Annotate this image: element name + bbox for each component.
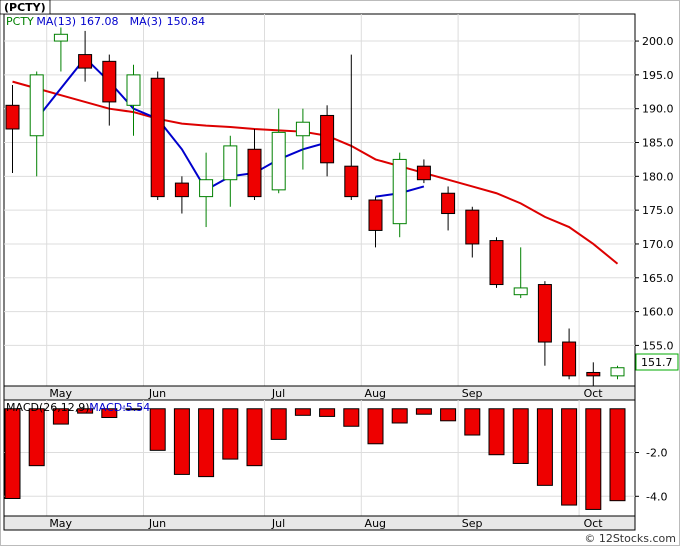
chart-canvas: 155.0 160.0 165.0 170.0 175.0 180.0 185.0 190.0… [0,0,680,546]
macd-bar [198,408,215,478]
y-tick-label: 175.0 [642,204,674,217]
ticker-label-group: (PCTY) [0,0,51,15]
month-label: Oct [584,387,604,400]
candle-body [126,74,141,106]
month-strip-top-bg [3,385,636,401]
month-axis-bottom: May Jun Jul Aug Sep Oct [3,515,636,531]
candle-body [465,209,480,245]
macd-bar [561,408,578,506]
macd-bar [415,408,432,415]
month-label: Jun [148,387,166,400]
candle-body [392,158,407,225]
macd-bar [28,408,45,467]
price-panel: 155.0 160.0 165.0 170.0 175.0 180.0 185.0 190.0… [0,0,679,397]
month-label: May [49,387,72,400]
candle-body [320,114,335,164]
month-label: Sep [462,387,483,400]
macd-bar [488,408,505,456]
y-tick-label: 195.0 [642,69,674,82]
macd-bar [294,408,311,416]
macd-bar [343,408,360,427]
macd-bar [391,408,408,424]
macd-legend: MACD(26,12,9) MACD:-5.54 [6,401,150,414]
month-label: Jul [271,517,285,530]
legend-item: MACD(26,12,9) [6,401,90,414]
candle-body [586,371,601,377]
month-label: Aug [365,517,386,530]
candle-body [199,179,214,198]
candle-body [5,104,20,130]
candle-body [247,148,262,198]
macd-bar [270,408,287,440]
macd-bar [222,408,239,460]
watermark: © 12Stocks.com [584,532,676,545]
candle-body [610,367,625,377]
y-tick-label: 165.0 [642,272,674,285]
legend-item: PCTY [6,15,34,28]
macd-bar [512,408,529,464]
candle-body [223,145,238,181]
y-tick-label: -2.0 [646,447,667,460]
macd-bar [149,408,166,451]
month-axis-top: May Jun Jul Aug Sep Oct [3,385,636,401]
last-price-tag: 151.7 [635,353,679,371]
candle-body [416,165,431,181]
candle-down [489,237,504,288]
legend-value: 150.84 [167,15,206,28]
legend-item: MA(13) [36,15,76,28]
macd-bar [246,408,263,467]
macd-bar [536,408,553,486]
candle-body [150,77,165,198]
candle-body [344,165,359,198]
month-strip-bottom-bg [3,515,636,531]
candle-body [29,74,44,137]
macd-panel: -2.0 -4.0 MACD(26,12,9) MACD:-5.54 [3,399,667,517]
y-tick-label: 190.0 [642,103,674,116]
macd-bar [585,408,602,510]
candle-body [78,54,93,69]
macd-bar [173,408,190,475]
candle-body [537,284,552,343]
candle-body [441,192,456,215]
price-legend: PCTY MA(13) 167.08 MA(3) 150.84 [6,15,205,28]
candle-down [150,71,165,200]
y-tick-label: 185.0 [642,137,674,150]
macd-bar [4,408,21,499]
y-tick-label: 160.0 [642,306,674,319]
candle-body [368,199,383,231]
legend-value: -5.54 [122,401,150,414]
candle-body [489,240,504,286]
candle-body [271,131,286,191]
month-label: May [49,517,72,530]
legend-value: 167.08 [80,15,119,28]
ticker-label: (PCTY) [4,1,46,14]
y-tick-label: 180.0 [642,170,674,183]
legend-item: MA(3) [130,15,163,28]
candle-body [102,60,117,103]
candle-body [53,33,68,42]
legend-item: MACD: [89,401,126,414]
macd-bar [367,408,384,445]
candle-body [562,341,577,377]
macd-bar [464,408,481,436]
macd-bar [609,408,626,502]
y-tick-label: 155.0 [642,339,674,352]
month-label: Oct [584,517,604,530]
macd-bar [440,408,457,422]
y-tick-label: -4.0 [646,490,667,503]
month-label: Sep [462,517,483,530]
last-price-label: 151.7 [641,356,673,369]
macd-bar [319,408,336,417]
candle-body [174,182,189,198]
candle-body [513,287,528,296]
candle-body [295,121,310,137]
y-tick-label: 170.0 [642,238,674,251]
month-label: Jul [271,387,285,400]
month-label: Jun [148,517,166,530]
y-tick-label: 200.0 [642,35,674,48]
month-label: Aug [365,387,386,400]
